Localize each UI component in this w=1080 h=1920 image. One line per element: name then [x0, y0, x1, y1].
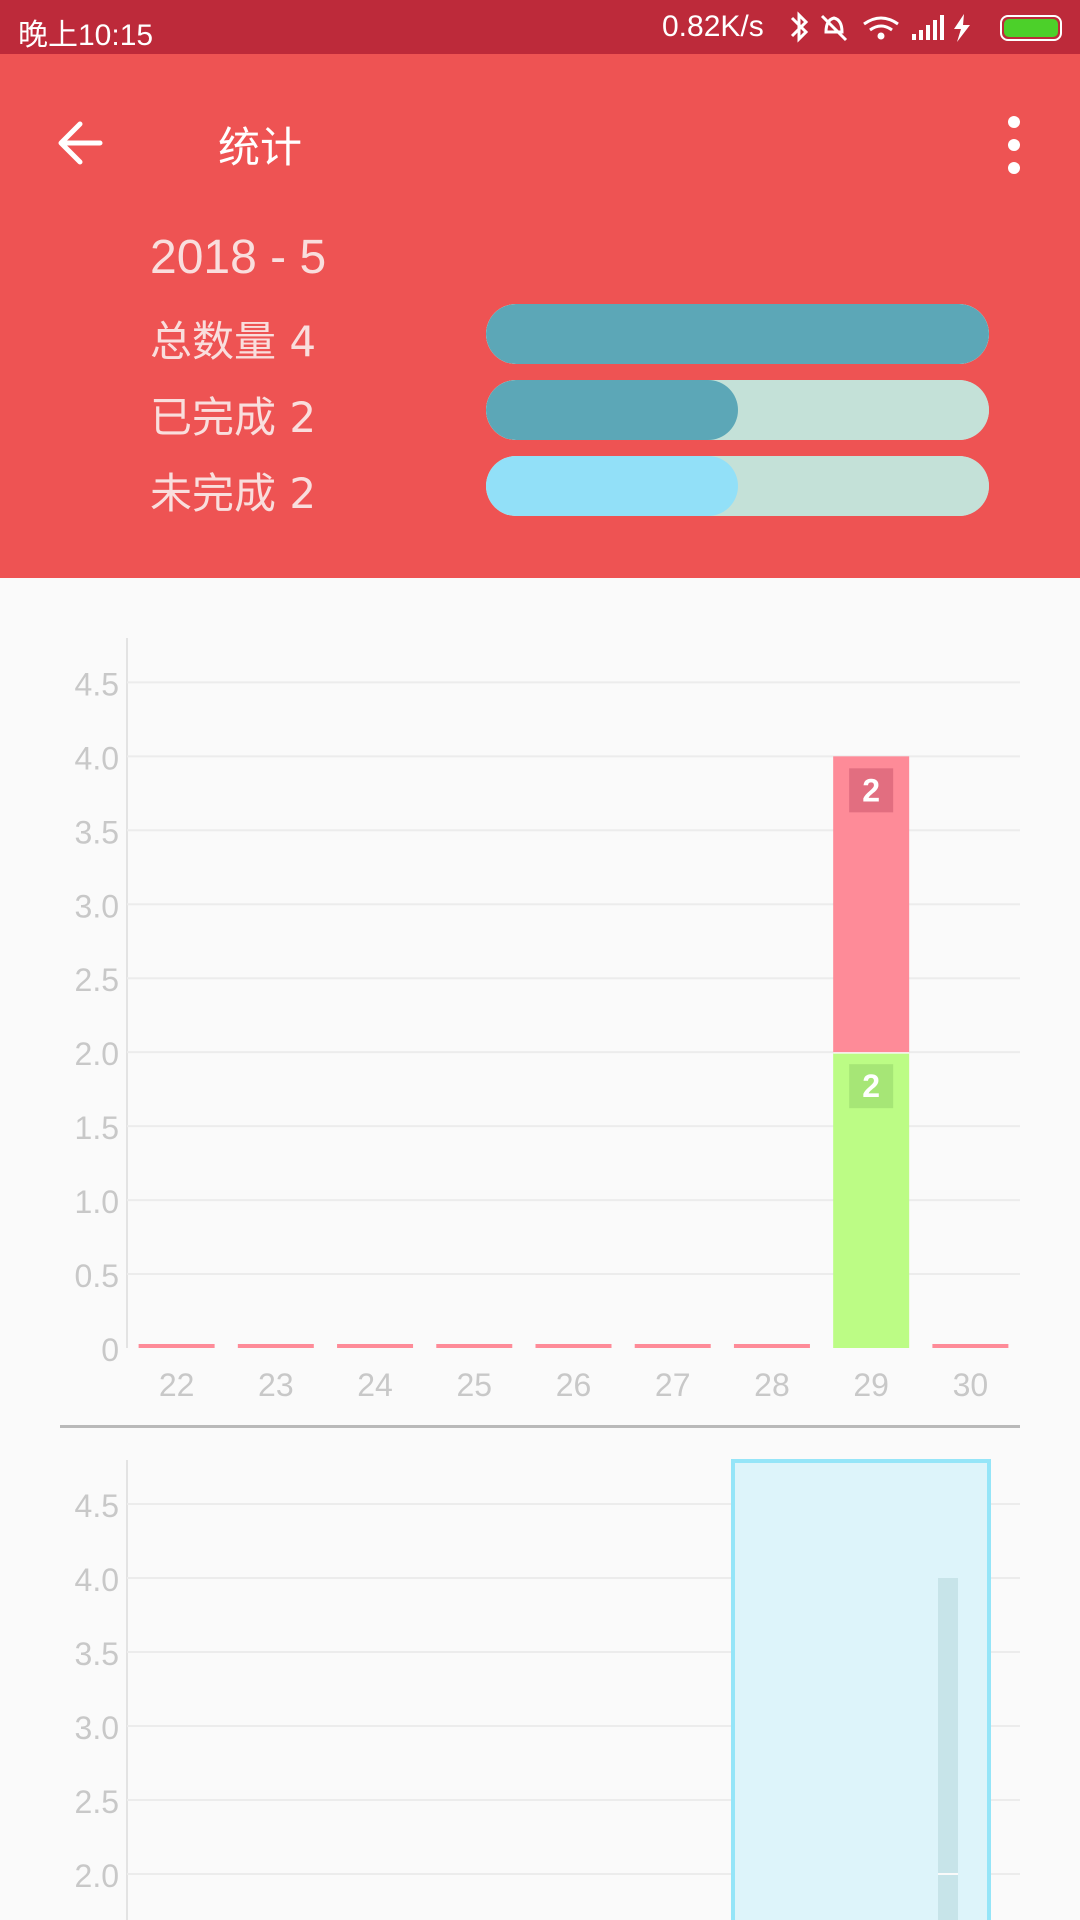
y-tick-label: 3.5: [75, 814, 119, 850]
uncompleted-count-label: 未完成 2: [150, 469, 317, 518]
page-title: 统计: [218, 123, 303, 172]
bluetooth-icon: [790, 11, 809, 43]
network-speed: 0.82K/s: [662, 10, 764, 43]
y-tick-label: 4.5: [75, 666, 119, 702]
uncompleted-progress-fill: [486, 456, 738, 516]
data-label: 2: [862, 772, 880, 808]
signal-icon: [912, 15, 944, 40]
x-tick-label: 23: [258, 1367, 294, 1403]
x-tick-label: 28: [754, 1367, 790, 1403]
x-tick-label: 30: [953, 1367, 989, 1403]
chart-divider: [60, 1425, 1020, 1428]
zero-bar: [138, 1344, 215, 1348]
y-tick-label: 1.5: [75, 1110, 119, 1146]
y-tick-label: 2.0: [75, 1858, 119, 1894]
summary-header: 统计 2018 - 5 总数量 4 已完成 2 未完成 2: [0, 54, 1080, 578]
wifi-icon: [863, 16, 899, 40]
zero-bar: [436, 1344, 513, 1348]
status-bar: 晚上10:15 0.82K/s: [0, 0, 1080, 54]
zero-bar: [237, 1344, 314, 1348]
total-progress-bar: [486, 304, 989, 364]
y-tick-label: 0.5: [75, 1258, 119, 1294]
month-label: 2018 - 5: [150, 231, 327, 284]
y-tick-label: 0: [101, 1332, 119, 1368]
y-tick-label: 4.5: [75, 1488, 119, 1524]
secondary-bar-chart[interactable]: 2.0 2.5 3.0 3.5 4.0 4.5: [0, 1430, 1080, 1920]
y-tick-label: 2.5: [75, 1784, 119, 1820]
battery-icon: [1000, 15, 1062, 41]
x-tick-label: 27: [655, 1367, 691, 1403]
y-tick-label: 2.5: [75, 962, 119, 998]
x-tick-label: 25: [456, 1367, 492, 1403]
status-time: 晚上10:15: [18, 19, 154, 52]
y-tick-label: 3.0: [75, 1710, 119, 1746]
total-progress-fill: [486, 304, 989, 364]
total-count-label: 总数量 4: [150, 317, 317, 366]
y-tick-label: 2.0: [75, 1036, 119, 1072]
completed-count-label: 已完成 2: [150, 393, 317, 442]
zero-bar: [337, 1344, 414, 1348]
arrow-left-icon[interactable]: [52, 110, 118, 176]
zero-bar: [932, 1344, 1009, 1348]
y-tick-label: 3.0: [75, 888, 119, 924]
daily-stacked-bar-chart-svg: 00.51.01.52.02.53.03.54.04.522 23 24 25 26 27…: [75, 638, 1020, 1403]
secondary-bar-chart-svg: 2.0 2.5 3.0 3.5 4.0 4.5: [75, 1459, 1020, 1920]
completed-progress-fill: [486, 380, 738, 440]
y-tick-label: 4.0: [75, 1562, 119, 1598]
zero-bar: [535, 1344, 612, 1348]
bar: [938, 1578, 958, 1920]
more-vertical-icon[interactable]: [992, 112, 1036, 178]
completed-progress-bar: [486, 380, 989, 440]
y-tick-label: 4.0: [75, 740, 119, 776]
status-icons: [790, 11, 1062, 43]
x-tick-label: 22: [159, 1367, 195, 1403]
daily-stacked-bar-chart[interactable]: 0 0.5 1.0 1.5 2.0 2.5 3.0 3.5 4.0 4.5 22 23 24 25 26 27…: [0, 578, 1080, 1418]
y-tick-label: 1.0: [75, 1184, 119, 1220]
x-tick-label: 29: [853, 1367, 889, 1403]
uncompleted-progress-bar: [486, 456, 989, 516]
x-tick-label: 24: [357, 1367, 393, 1403]
y-tick-label: 3.5: [75, 1636, 119, 1672]
x-tick-label: 26: [556, 1367, 592, 1403]
mute-icon: [820, 14, 848, 42]
zero-bar: [733, 1344, 810, 1348]
zero-bar: [634, 1344, 711, 1348]
data-label: 2: [862, 1068, 880, 1104]
charging-icon: [954, 14, 970, 42]
